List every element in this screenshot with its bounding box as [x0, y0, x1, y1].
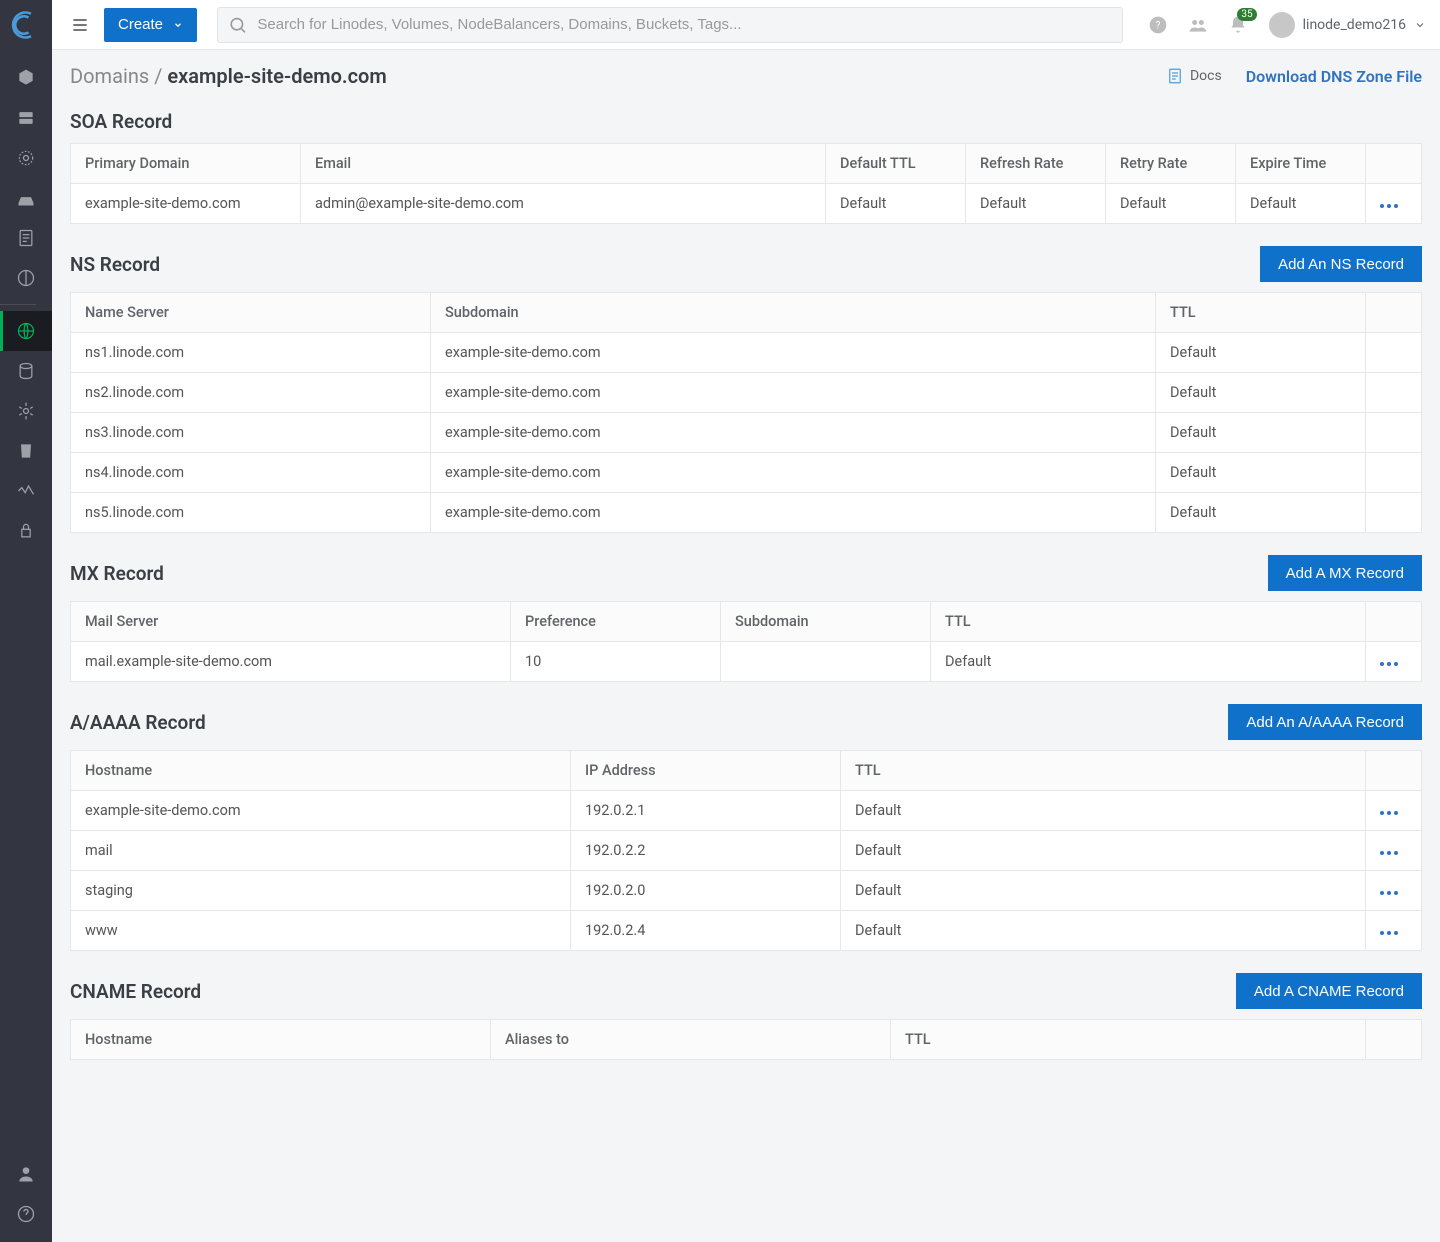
- user-menu[interactable]: linode_demo216: [1269, 12, 1426, 38]
- soa-table: Primary Domain Email Default TTL Refresh…: [70, 143, 1422, 224]
- mx-table: Mail Server Preference Subdomain TTL mai…: [70, 601, 1422, 682]
- nav-object-storage[interactable]: [0, 431, 52, 471]
- nav-firewalls[interactable]: [0, 178, 52, 218]
- add-a-record-button[interactable]: Add An A/AAAA Record: [1228, 704, 1422, 740]
- search-input[interactable]: [255, 15, 1111, 34]
- nav-domains[interactable]: [0, 311, 52, 351]
- nav-databases[interactable]: [0, 351, 52, 391]
- nav-images[interactable]: [0, 258, 52, 298]
- avatar: [1269, 12, 1295, 38]
- nav-kubernetes[interactable]: [0, 391, 52, 431]
- nav-stackscripts[interactable]: [0, 218, 52, 258]
- help-button[interactable]: ?: [1143, 10, 1173, 40]
- table-row: mail 192.0.2.2 Default: [71, 831, 1422, 871]
- nav-marketplace[interactable]: [0, 511, 52, 551]
- chevron-down-icon: [173, 20, 183, 30]
- docs-icon: [1166, 67, 1184, 85]
- nav-longview[interactable]: [0, 471, 52, 511]
- add-mx-record-button[interactable]: Add A MX Record: [1268, 555, 1422, 591]
- username: linode_demo216: [1303, 17, 1406, 33]
- table-row: ns4.linode.com example-site-demo.com Def…: [71, 453, 1422, 493]
- sidebar: [0, 0, 52, 1242]
- row-actions-button[interactable]: [1380, 204, 1398, 208]
- table-row: staging 192.0.2.0 Default: [71, 871, 1422, 911]
- table-row: example-site-demo.com admin@example-site…: [71, 184, 1422, 224]
- chevron-down-icon: [1414, 19, 1426, 31]
- add-cname-record-button[interactable]: Add A CNAME Record: [1236, 973, 1422, 1009]
- create-button[interactable]: Create: [104, 8, 197, 42]
- row-actions-button[interactable]: [1380, 851, 1398, 855]
- soa-section-title: SOA Record: [70, 110, 172, 133]
- create-button-label: Create: [118, 16, 163, 33]
- svg-text:?: ?: [1155, 20, 1160, 31]
- ns-table: Name Server Subdomain TTL ns1.linode.com…: [70, 292, 1422, 533]
- content: Domains / example-site-demo.com Docs Dow…: [52, 50, 1440, 1242]
- topbar: Create ? 35 linode_demo216: [52, 0, 1440, 50]
- row-actions-button[interactable]: [1380, 891, 1398, 895]
- ns-section-title: NS Record: [70, 253, 160, 276]
- search-icon: [228, 15, 247, 35]
- notifications-button[interactable]: 35: [1223, 10, 1253, 40]
- table-row: www 192.0.2.4 Default: [71, 911, 1422, 951]
- table-row: mail.example-site-demo.com 10 Default: [71, 642, 1422, 682]
- table-row: ns5.linode.com example-site-demo.com Def…: [71, 493, 1422, 533]
- breadcrumb: Domains / example-site-demo.com: [70, 64, 387, 88]
- nav-linodes[interactable]: [0, 58, 52, 98]
- add-ns-record-button[interactable]: Add An NS Record: [1260, 246, 1422, 282]
- nav-volumes[interactable]: [0, 98, 52, 138]
- nav-account[interactable]: [0, 1154, 52, 1194]
- nav-nodebalancers[interactable]: [0, 138, 52, 178]
- table-row: ns1.linode.com example-site-demo.com Def…: [71, 333, 1422, 373]
- table-row: example-site-demo.com 192.0.2.1 Default: [71, 791, 1422, 831]
- cname-table: Hostname Aliases to TTL: [70, 1019, 1422, 1060]
- nav-help[interactable]: [0, 1194, 52, 1234]
- cname-section-title: CNAME Record: [70, 980, 201, 1003]
- community-button[interactable]: [1183, 10, 1213, 40]
- docs-link[interactable]: Docs: [1166, 67, 1222, 85]
- a-table: Hostname IP Address TTL example-site-dem…: [70, 750, 1422, 951]
- breadcrumb-root[interactable]: Domains: [70, 64, 149, 88]
- breadcrumb-current: example-site-demo.com: [167, 64, 386, 88]
- download-zone-link[interactable]: Download DNS Zone File: [1246, 67, 1422, 86]
- notification-badge: 35: [1237, 8, 1256, 21]
- table-row: ns3.linode.com example-site-demo.com Def…: [71, 413, 1422, 453]
- a-section-title: A/AAAA Record: [70, 711, 206, 734]
- akamai-logo: [11, 10, 41, 40]
- row-actions-button[interactable]: [1380, 811, 1398, 815]
- mx-section-title: MX Record: [70, 562, 164, 585]
- search-bar[interactable]: [217, 7, 1123, 43]
- table-row: ns2.linode.com example-site-demo.com Def…: [71, 373, 1422, 413]
- row-actions-button[interactable]: [1380, 931, 1398, 935]
- row-actions-button[interactable]: [1380, 662, 1398, 666]
- menu-toggle-button[interactable]: [66, 11, 94, 39]
